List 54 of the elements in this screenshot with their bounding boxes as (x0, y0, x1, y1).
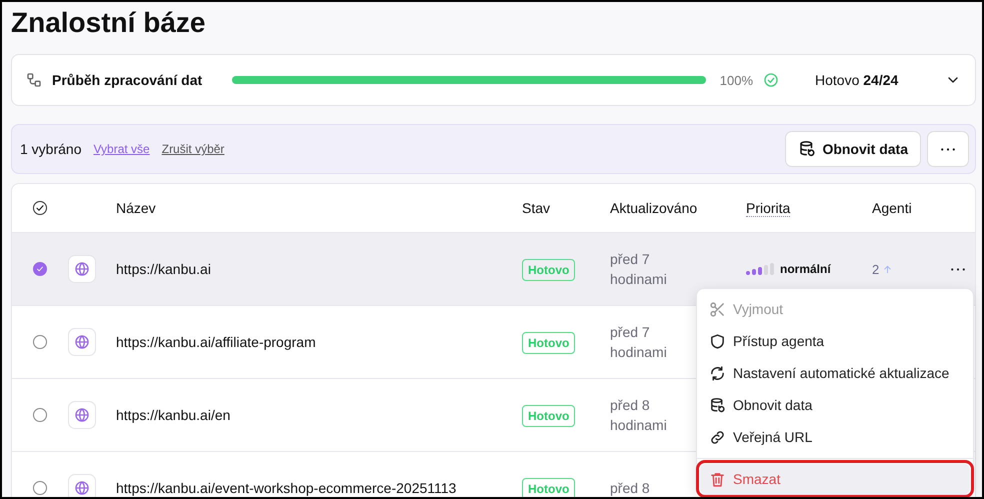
nodes-icon (26, 72, 42, 88)
status-badge: Hotovo (522, 332, 576, 354)
checkmark-icon (35, 264, 45, 274)
menu-item[interactable]: Obnovit data (700, 389, 970, 421)
select-all-link[interactable]: Vybrat vše (93, 142, 150, 156)
row-checkbox[interactable] (33, 408, 47, 422)
menu-item: Vyjmout (700, 293, 970, 325)
shield-icon (709, 332, 726, 350)
row-checkbox[interactable] (33, 262, 47, 276)
updated-cell-text: před 8 hodinami (610, 396, 668, 435)
row-checkbox[interactable] (33, 335, 47, 349)
database-refresh-icon (798, 140, 816, 158)
priority-label: normální (780, 262, 831, 276)
arrow-up-icon (882, 264, 894, 274)
globe-icon (74, 334, 90, 350)
menu-item[interactable]: Veřejná URL (700, 421, 970, 453)
clear-selection-link[interactable]: Zrušit výběr (162, 142, 224, 156)
refresh-data-button[interactable]: Obnovit data (785, 131, 921, 167)
menu-item[interactable]: Nastavení automatické aktualizace (700, 357, 970, 389)
url-cell-text: https://kanbu.ai/en (116, 407, 232, 423)
column-header: Název (116, 200, 156, 216)
status-badge: Hotovo (522, 478, 576, 497)
scissors-icon (709, 300, 726, 318)
trash-icon (709, 470, 726, 488)
more-icon (941, 148, 955, 150)
progress-label: Průběh zpracování dat (52, 72, 202, 88)
updated-cell-text: před 7 hodinami (610, 250, 668, 289)
more-icon (951, 268, 965, 270)
status-badge: Hotovo (522, 259, 576, 281)
row-checkbox[interactable] (33, 481, 47, 495)
link-icon (709, 428, 726, 446)
globe-icon (74, 480, 90, 496)
select-all-checkbox[interactable] (33, 201, 47, 215)
url-cell-text: https://kanbu.ai/affiliate-program (116, 334, 317, 350)
database-refresh-icon (709, 396, 726, 414)
updated-cell-text: před 8 (610, 479, 651, 497)
page-title: Znalostní báze (11, 6, 206, 40)
column-header: Stav (522, 200, 550, 216)
globe-icon (74, 261, 90, 277)
progress-status: Hotovo 24/24 (815, 72, 900, 88)
status-badge: Hotovo (522, 405, 576, 427)
sync-icon (709, 364, 726, 382)
column-header[interactable]: Priorita (746, 200, 790, 216)
menu-item[interactable]: Přístup agenta (700, 325, 970, 357)
selection-count: 1 vybráno (20, 141, 82, 157)
updated-cell-text: před 7 hodinami (610, 323, 668, 362)
url-cell-text: https://kanbu.ai/event-workshop-ecommerce-20251113 (116, 480, 458, 496)
globe-icon (74, 407, 90, 423)
column-header: Agenti (872, 200, 912, 216)
url-cell-text: https://kanbu.ai (116, 261, 212, 277)
progress-percent: 100% (720, 72, 753, 88)
agent-count: 2 (872, 262, 880, 276)
row-more-button[interactable] (949, 266, 967, 272)
column-header: Aktualizováno (610, 200, 698, 216)
